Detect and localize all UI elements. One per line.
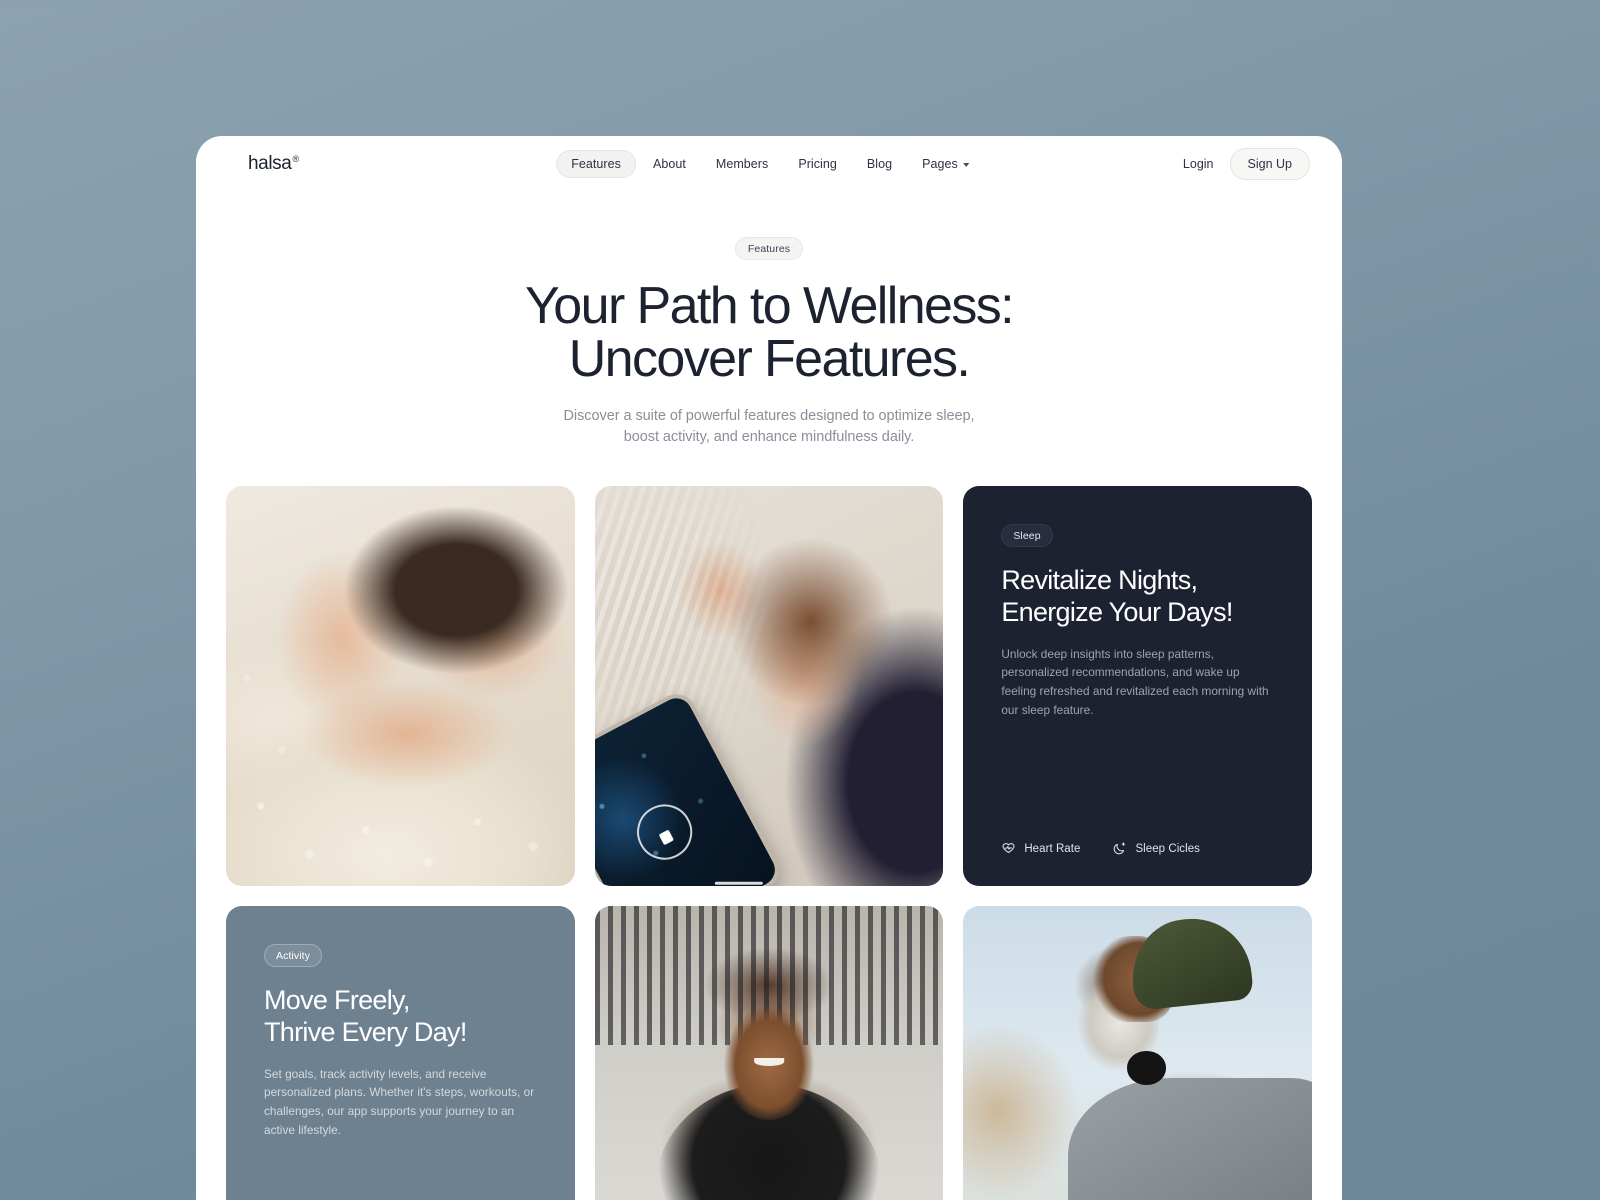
- nav-item-pages[interactable]: Pages: [909, 150, 982, 178]
- page-title: Your Path to Wellness: Uncover Features.: [196, 277, 1342, 389]
- nav-item-members[interactable]: Members: [703, 150, 781, 178]
- feature-heart-rate: Heart Rate: [1001, 841, 1080, 856]
- feature-sleep-cycles: Sleep Cicles: [1112, 841, 1200, 856]
- brand-name: halsa: [248, 153, 292, 174]
- nav-item-label: About: [652, 157, 686, 171]
- feature-grid-row-1: Sleep Revitalize Nights, Energize Your D…: [196, 486, 1342, 887]
- man-hoodie: [1067, 1077, 1312, 1200]
- feature-label: Sleep Cicles: [1135, 842, 1200, 855]
- sleep-feature-card: Sleep Revitalize Nights, Energize Your D…: [963, 486, 1312, 887]
- photo-woman-sleeping-phone: [594, 486, 944, 887]
- hero-badge: Features: [734, 237, 804, 260]
- nav-item-about[interactable]: About: [640, 150, 699, 178]
- nav-item-label: Pages: [922, 157, 958, 171]
- heart-pulse-icon: [1001, 841, 1016, 856]
- activity-card-tag: Activity: [264, 944, 323, 968]
- headphones-icon: [1127, 1051, 1166, 1085]
- signup-button[interactable]: Sign Up: [1229, 148, 1310, 180]
- page-title-line-1: Your Path to Wellness:: [525, 277, 1015, 335]
- activity-card-description: Set goals, track activity levels, and re…: [264, 1066, 535, 1137]
- nav-item-pricing[interactable]: Pricing: [785, 150, 850, 178]
- photo-woman-sleeping-blanket: [226, 486, 575, 887]
- nav-item-blog[interactable]: Blog: [854, 150, 905, 178]
- sleep-card-features: Heart Rate Sleep Cicles: [1001, 841, 1274, 856]
- photo-athlete-smiling: [594, 906, 944, 1200]
- navbar: halsa® Features About Members Pricing Bl…: [196, 136, 1342, 192]
- nav-item-label: Members: [715, 157, 769, 171]
- moon-sparkle-icon: [1112, 841, 1127, 856]
- brand-logo[interactable]: halsa®: [248, 153, 299, 175]
- hero-subtitle-line-2: boost activity, and enhance mindfulness …: [623, 429, 915, 446]
- phone-home-indicator: [714, 881, 763, 885]
- sleep-card-description: Unlock deep insights into sleep patterns…: [1001, 646, 1269, 717]
- nav-item-features[interactable]: Features: [556, 150, 636, 178]
- activity-feature-card: Activity Move Freely, Thrive Every Day! …: [226, 906, 575, 1200]
- athlete-smile: [754, 1057, 784, 1067]
- nav-actions: Login Sign Up: [1183, 148, 1310, 180]
- feature-grid-row-2: Activity Move Freely, Thrive Every Day! …: [196, 906, 1342, 1200]
- page-title-line-2: Uncover Features.: [568, 330, 971, 389]
- feature-label: Heart Rate: [1024, 842, 1081, 855]
- photo-man-running-headphones: [963, 906, 1312, 1200]
- chevron-down-icon: [962, 162, 969, 167]
- hero-section: Features Your Path to Wellness: Uncover …: [196, 192, 1342, 486]
- activity-card-title: Move Freely, Thrive Every Day!: [264, 985, 467, 1047]
- login-button[interactable]: Login: [1183, 157, 1214, 171]
- hero-subtitle-line-1: Discover a suite of powerful features de…: [563, 408, 975, 425]
- nav-item-label: Blog: [866, 157, 893, 171]
- sleep-card-title: Revitalize Nights, Energize Your Days!: [1001, 565, 1233, 627]
- nav-item-label: Features: [571, 157, 621, 171]
- page-container: halsa® Features About Members Pricing Bl…: [196, 136, 1342, 1200]
- primary-nav: Features About Members Pricing Blog Page…: [556, 150, 982, 178]
- nav-item-label: Pricing: [798, 157, 837, 171]
- hero-subtitle: Discover a suite of powerful features de…: [196, 406, 1342, 448]
- blanket-texture: [226, 486, 575, 887]
- registered-mark-icon: ®: [292, 153, 299, 164]
- sleep-card-tag: Sleep: [1001, 524, 1053, 548]
